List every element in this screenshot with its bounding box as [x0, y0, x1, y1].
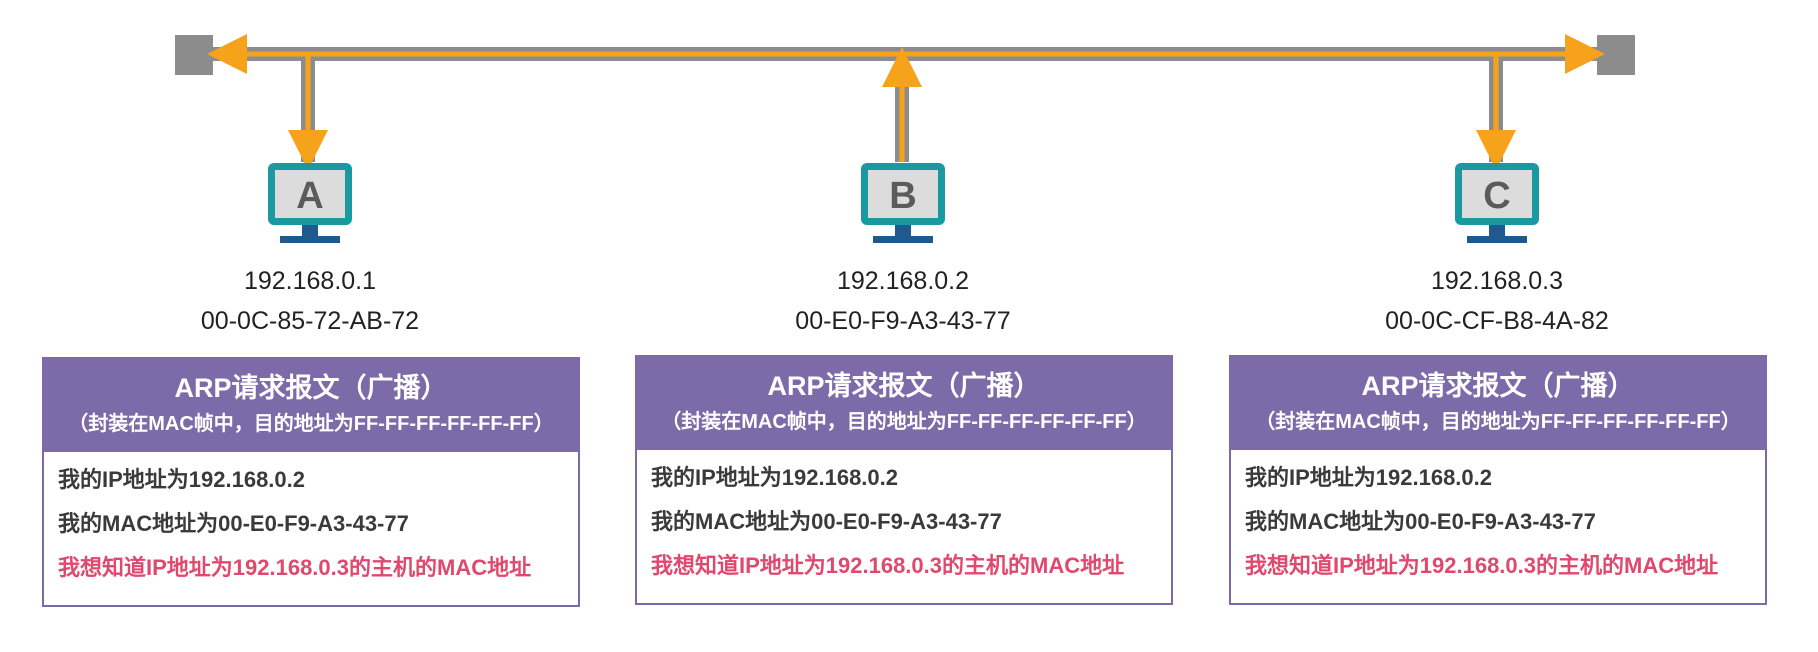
bus-terminator-left: [175, 35, 213, 75]
arp-request-box-a: ARP请求报文（广播） （封装在MAC帧中，目的地址为FF-FF-FF-FF-F…: [42, 357, 580, 607]
arp-sender-ip: 我的IP地址为192.168.0.2: [651, 465, 899, 490]
host-c-mac: 00-0C-CF-B8-4A-82: [1385, 307, 1609, 335]
arp-box-title: ARP请求报文（广播）: [767, 371, 1041, 401]
arp-box-body: 我的IP地址为192.168.0.2 我的MAC地址为00-E0-F9-A3-4…: [44, 452, 578, 590]
arp-query: 我想知道IP地址为192.168.0.3的主机的MAC地址: [651, 553, 1125, 578]
arp-box-title: ARP请求报文（广播）: [1361, 371, 1635, 401]
host-b-info: 192.168.0.2 00-E0-F9-A3-43-77: [693, 261, 1113, 341]
host-a-mac: 00-0C-85-72-AB-72: [200, 307, 420, 335]
computer-b-icon: B: [861, 163, 945, 243]
bus-terminator-right: [1597, 35, 1635, 75]
arp-box-subtitle: （封装在MAC帧中，目的地址为FF-FF-FF-FF-FF-FF）: [68, 413, 554, 435]
arp-sender-mac: 我的MAC地址为00-E0-F9-A3-43-77: [651, 509, 1002, 534]
computer-c-icon: C: [1455, 163, 1539, 243]
host-a-info: 192.168.0.1 00-0C-85-72-AB-72: [100, 261, 520, 341]
host-a-ip: 192.168.0.1: [243, 267, 377, 295]
arp-box-subtitle: （封装在MAC帧中，目的地址为FF-FF-FF-FF-FF-FF）: [661, 411, 1147, 433]
computer-a-letter: A: [296, 175, 323, 217]
host-b-mac: 00-E0-F9-A3-43-77: [795, 307, 1011, 335]
computer-c-letter: C: [1483, 175, 1510, 217]
arp-box-body: 我的IP地址为192.168.0.2 我的MAC地址为00-E0-F9-A3-4…: [1231, 450, 1765, 588]
arp-sender-ip: 我的IP地址为192.168.0.2: [1245, 465, 1493, 490]
computer-a-icon: A: [268, 163, 352, 243]
arp-request-box-c: ARP请求报文（广播） （封装在MAC帧中，目的地址为FF-FF-FF-FF-F…: [1229, 355, 1767, 605]
arp-box-title: ARP请求报文（广播）: [174, 373, 448, 403]
arp-request-box-b: ARP请求报文（广播） （封装在MAC帧中，目的地址为FF-FF-FF-FF-F…: [635, 355, 1173, 605]
arp-box-subtitle: （封装在MAC帧中，目的地址为FF-FF-FF-FF-FF-FF）: [1255, 411, 1741, 433]
host-c-info: 192.168.0.3 00-0C-CF-B8-4A-82: [1287, 261, 1707, 341]
arp-sender-ip: 我的IP地址为192.168.0.2: [58, 467, 306, 492]
host-b-ip: 192.168.0.2: [836, 267, 970, 295]
arp-box-header: ARP请求报文（广播） （封装在MAC帧中，目的地址为FF-FF-FF-FF-F…: [637, 357, 1171, 450]
arp-sender-mac: 我的MAC地址为00-E0-F9-A3-43-77: [58, 511, 409, 536]
computer-b-letter: B: [889, 175, 916, 217]
arp-box-header: ARP请求报文（广播） （封装在MAC帧中，目的地址为FF-FF-FF-FF-F…: [44, 359, 578, 452]
arp-box-header: ARP请求报文（广播） （封装在MAC帧中，目的地址为FF-FF-FF-FF-F…: [1231, 357, 1765, 450]
host-c-ip: 192.168.0.3: [1430, 267, 1564, 295]
arp-query: 我想知道IP地址为192.168.0.3的主机的MAC地址: [58, 555, 532, 580]
arp-box-body: 我的IP地址为192.168.0.2 我的MAC地址为00-E0-F9-A3-4…: [637, 450, 1171, 588]
arp-query: 我想知道IP地址为192.168.0.3的主机的MAC地址: [1245, 553, 1719, 578]
arp-sender-mac: 我的MAC地址为00-E0-F9-A3-43-77: [1245, 509, 1596, 534]
